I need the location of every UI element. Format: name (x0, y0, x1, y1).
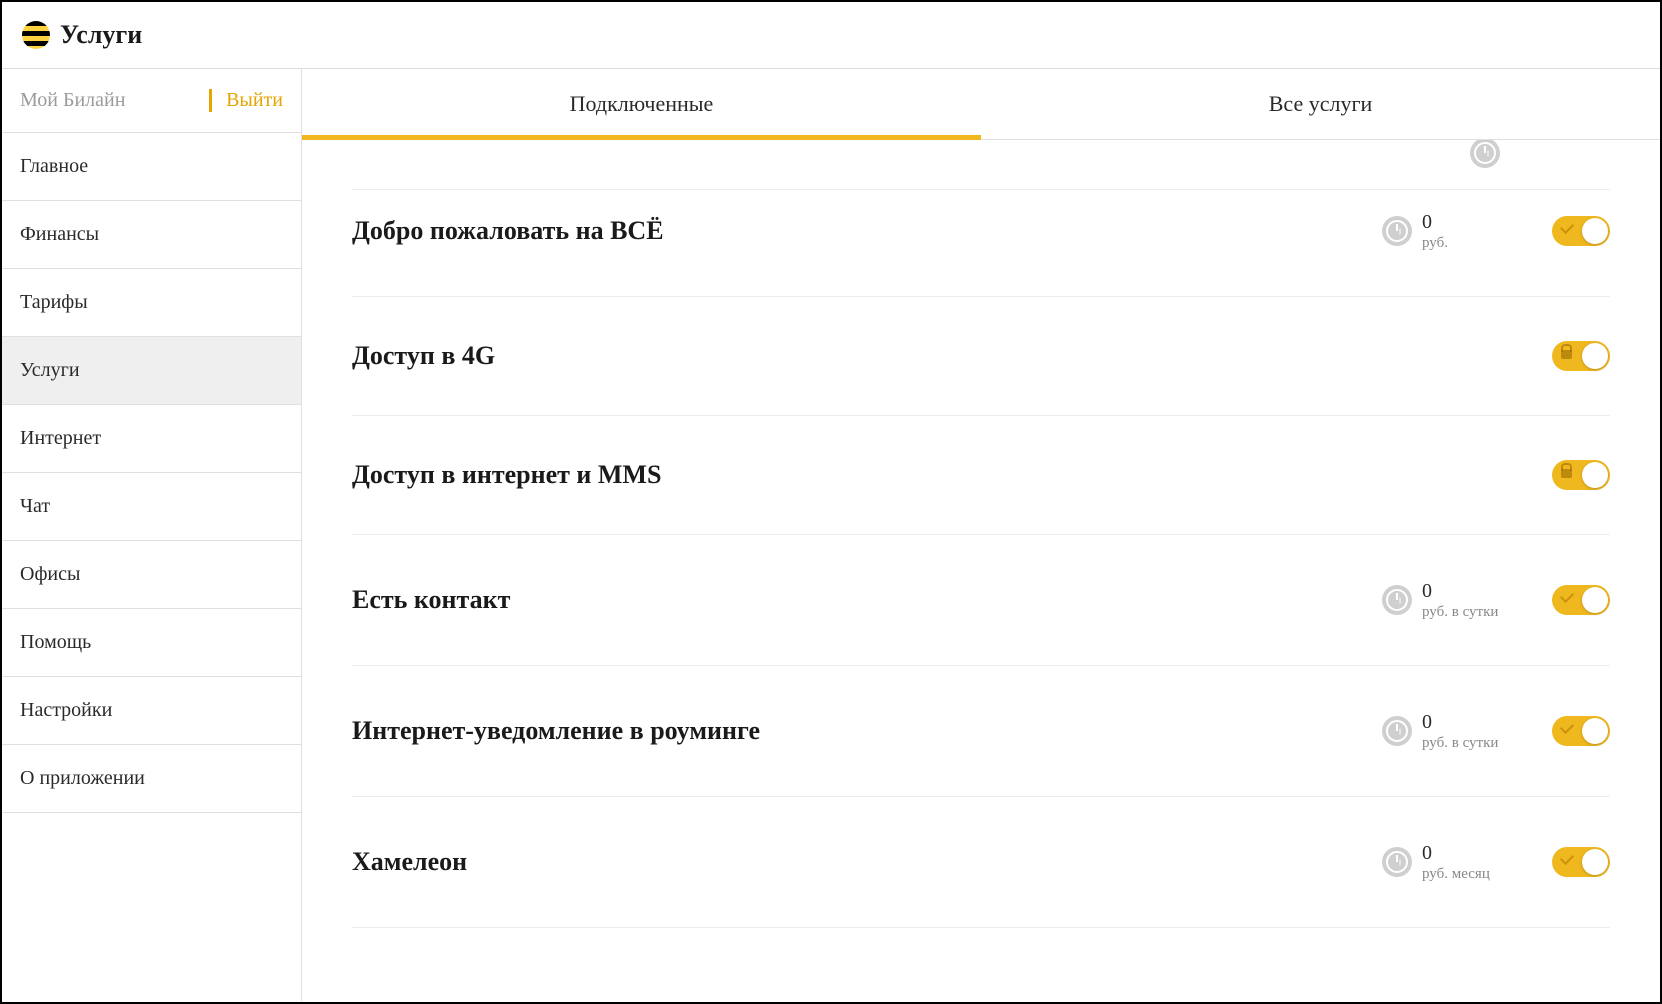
price-amount: 0 (1422, 710, 1498, 734)
tab-1[interactable]: Все услуги (981, 69, 1660, 139)
price-amount: 0 (1422, 579, 1498, 603)
price-text: 0руб. (1422, 210, 1448, 252)
sidebar-top: Мой Билайн Выйти (2, 69, 301, 133)
service-row[interactable]: Доступ в интернет и MMS (352, 416, 1610, 535)
sidebar-item-9[interactable]: О приложении (2, 745, 301, 813)
app-header: Услуги (2, 2, 1660, 69)
clock-icon (1470, 140, 1500, 168)
check-icon (1560, 589, 1574, 603)
service-right: 0руб. месяц (1382, 841, 1610, 883)
service-right: 0руб. в сутки (1382, 579, 1610, 621)
toggle-knob (1582, 718, 1608, 744)
clock-icon (1382, 585, 1412, 615)
service-toggle[interactable] (1552, 847, 1610, 877)
service-row[interactable]: Добро пожаловать на ВСЁ 0руб. (352, 190, 1610, 297)
price-text: 0руб. в сутки (1422, 710, 1498, 752)
toggle-knob (1582, 849, 1608, 875)
sidebar-item-6[interactable]: Офисы (2, 541, 301, 609)
service-name: Хамелеон (352, 847, 1382, 877)
price-unit: руб. в сутки (1422, 603, 1498, 621)
service-list[interactable]: Добро пожаловать на ВСЁ0руб.Доступ в 4GД… (302, 140, 1660, 1001)
toggle-knob (1582, 343, 1608, 369)
page-title: Услуги (60, 20, 142, 50)
logout-button[interactable]: Выйти (209, 89, 283, 112)
clock-icon (1382, 216, 1412, 246)
price-block (1470, 140, 1610, 168)
toggle-knob (1582, 218, 1608, 244)
price-amount: 0 (1422, 841, 1490, 865)
price-text: 0руб. месяц (1422, 841, 1490, 883)
tabs: ПодключенныеВсе услуги (302, 69, 1660, 140)
service-row[interactable]: Доступ в 4G (352, 297, 1610, 416)
service-toggle (1552, 341, 1610, 371)
service-right (1552, 341, 1610, 371)
service-toggle[interactable] (1552, 585, 1610, 615)
service-row[interactable]: Интернет-уведомление в роуминге 0руб. в с… (352, 666, 1610, 797)
service-row[interactable]: Есть контакт 0руб. в сутки (352, 535, 1610, 666)
toggle-knob (1582, 462, 1608, 488)
service-right (1552, 460, 1610, 490)
lock-icon (1561, 469, 1572, 478)
clock-icon (1382, 716, 1412, 746)
price-unit: руб. в сутки (1422, 734, 1498, 752)
service-name: Доступ в интернет и MMS (352, 460, 1552, 490)
clock-icon (1382, 847, 1412, 877)
service-row-partial (352, 140, 1610, 190)
price-block: 0руб. в сутки (1382, 579, 1522, 621)
check-icon (1560, 720, 1574, 734)
price-unit: руб. месяц (1422, 865, 1490, 883)
sidebar-item-2[interactable]: Тарифы (2, 269, 301, 337)
service-toggle[interactable] (1552, 216, 1610, 246)
service-name: Добро пожаловать на ВСЁ (352, 216, 1382, 246)
service-toggle[interactable] (1552, 716, 1610, 746)
body-wrap: Мой Билайн Выйти ГлавноеФинансыТарифыУсл… (2, 69, 1660, 1001)
main-content: ПодключенныеВсе услуги Добро пожаловать … (302, 69, 1660, 1001)
sidebar-item-7[interactable]: Помощь (2, 609, 301, 677)
price-unit: руб. (1422, 234, 1448, 252)
service-right: 0руб. в сутки (1382, 710, 1610, 752)
service-right: 0руб. (1382, 210, 1610, 252)
service-name: Доступ в 4G (352, 341, 1552, 371)
service-toggle (1552, 460, 1610, 490)
sidebar-item-8[interactable]: Настройки (2, 677, 301, 745)
check-icon (1560, 220, 1574, 234)
sidebar-item-5[interactable]: Чат (2, 473, 301, 541)
sidebar-item-0[interactable]: Главное (2, 133, 301, 201)
price-amount: 0 (1422, 210, 1448, 234)
sidebar-account-label[interactable]: Мой Билайн (20, 89, 125, 112)
service-name: Есть контакт (352, 585, 1382, 615)
price-block: 0руб. (1382, 210, 1522, 252)
sidebar-item-3[interactable]: Услуги (2, 337, 301, 405)
sidebar: Мой Билайн Выйти ГлавноеФинансыТарифыУсл… (2, 69, 302, 1001)
sidebar-item-4[interactable]: Интернет (2, 405, 301, 473)
tab-0[interactable]: Подключенные (302, 69, 981, 139)
price-text: 0руб. в сутки (1422, 579, 1498, 621)
sidebar-item-1[interactable]: Финансы (2, 201, 301, 269)
beeline-logo-icon (22, 21, 50, 49)
toggle-knob (1582, 587, 1608, 613)
check-icon (1560, 851, 1574, 865)
service-row[interactable]: Хамелеон 0руб. месяц (352, 797, 1610, 928)
lock-icon (1561, 350, 1572, 359)
price-block: 0руб. месяц (1382, 841, 1522, 883)
price-block: 0руб. в сутки (1382, 710, 1522, 752)
service-name: Интернет-уведомление в роуминге (352, 716, 1382, 746)
